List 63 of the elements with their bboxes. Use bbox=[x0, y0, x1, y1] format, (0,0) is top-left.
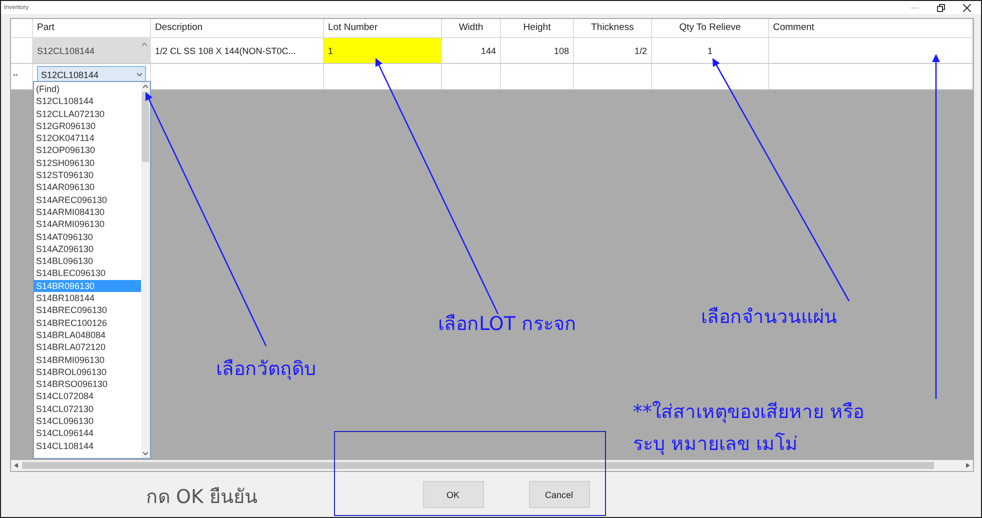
dropdown-item[interactable]: S14AR096130 bbox=[34, 181, 141, 194]
scroll-right-icon[interactable] bbox=[966, 463, 970, 468]
dialog-button[interactable]: Cancel bbox=[528, 481, 590, 508]
table-cell: 1 bbox=[324, 38, 442, 63]
dropdown-item[interactable]: S14BR108144 bbox=[34, 292, 141, 304]
dropdown-item[interactable]: S14BRLA048084 bbox=[34, 328, 141, 342]
dropdown-item[interactable]: S14CL096130 bbox=[34, 415, 141, 428]
dropdown-item[interactable]: S14BL096130 bbox=[34, 255, 141, 268]
scrollbar-thumb[interactable] bbox=[22, 462, 934, 469]
part-combo-cell[interactable]: S12CL108144 bbox=[33, 38, 151, 63]
dropdown-item[interactable]: S12SH096130 bbox=[34, 156, 141, 170]
annotation-text: **ใส่สาเหตุของเสียหาย หรือ bbox=[633, 401, 864, 424]
dropdown-item[interactable]: S14AT096130 bbox=[34, 230, 141, 243]
dropdown-item[interactable]: S12OP096130 bbox=[34, 144, 141, 157]
restore-icon[interactable] bbox=[937, 4, 945, 12]
dropdown-item[interactable]: S14BLEC096130 bbox=[34, 267, 141, 280]
column-header[interactable]: Qty To Relieve bbox=[652, 19, 769, 37]
column-header[interactable]: Thickness bbox=[574, 19, 652, 37]
dropdown-item[interactable]: S14ARMI096130 bbox=[34, 218, 141, 231]
dropdown-item[interactable]: S12OK047114 bbox=[34, 132, 141, 144]
annotation-text: เลือกLOT กระจก bbox=[438, 313, 577, 336]
dialog-button[interactable]: OK bbox=[422, 481, 484, 508]
dropdown-item[interactable]: S14BREC096130 bbox=[34, 304, 141, 317]
dropdown-item[interactable]: S14BRSO096130 bbox=[34, 378, 141, 390]
vertical-scrollbar[interactable] bbox=[141, 82, 150, 458]
column-header[interactable]: Description bbox=[151, 19, 324, 37]
horizontal-scrollbar[interactable] bbox=[11, 460, 973, 471]
annotation-text: กด OK ยืนยัน bbox=[146, 486, 258, 509]
dropdown-item[interactable]: S14BREC100126 bbox=[34, 316, 141, 329]
caret-icon bbox=[142, 43, 147, 46]
column-header[interactable]: Width bbox=[442, 19, 501, 37]
dropdown-item[interactable]: S14BRMI096130 bbox=[34, 354, 141, 366]
dropdown-item[interactable]: S14CL072130 bbox=[34, 402, 141, 416]
column-header[interactable]: Part bbox=[33, 19, 151, 37]
table-cell: 1/2 bbox=[574, 38, 652, 63]
dropdown-item[interactable]: (Find) bbox=[34, 83, 141, 96]
scroll-up-icon[interactable] bbox=[143, 85, 148, 88]
close-icon[interactable] bbox=[963, 4, 971, 12]
table-cell: 108 bbox=[501, 38, 574, 63]
dropdown-item[interactable]: S14AREC096130 bbox=[34, 194, 141, 206]
dropdown-item[interactable]: S14CL072084 bbox=[34, 390, 141, 403]
dropdown-item[interactable]: S14AZ096130 bbox=[34, 242, 141, 256]
dropdown-item[interactable]: S12CL108144 bbox=[34, 95, 141, 108]
table-cell: 144 bbox=[442, 38, 501, 63]
column-header[interactable]: Height bbox=[501, 19, 574, 37]
dropdown-item[interactable]: S12CLLA072130 bbox=[34, 108, 141, 120]
annotation-text: ระบุ หมายเลข เมโม่ bbox=[633, 433, 798, 456]
annotation-text: เลือกวัตถุดิบ bbox=[216, 358, 316, 381]
table-cell: 1 bbox=[652, 38, 769, 63]
caret-icon bbox=[137, 73, 142, 76]
dropdown-item[interactable]: S14ARMI084130 bbox=[34, 206, 141, 218]
dropdown-item[interactable]: S14CL108144 bbox=[34, 440, 141, 452]
scroll-down-icon[interactable] bbox=[143, 452, 148, 455]
dropdown-item[interactable]: S14CL096144 bbox=[34, 427, 141, 440]
dropdown-item[interactable]: S12ST096130 bbox=[34, 169, 141, 182]
dropdown-item[interactable]: S12GR096130 bbox=[34, 120, 141, 132]
dropdown-item[interactable]: S14BRLA072120 bbox=[34, 341, 141, 354]
scrollbar-thumb[interactable] bbox=[142, 92, 149, 162]
dropdown-item[interactable]: S14BROL096130 bbox=[34, 366, 141, 378]
column-header[interactable]: Comment bbox=[769, 19, 973, 37]
scroll-left-icon[interactable] bbox=[14, 463, 18, 468]
column-header[interactable]: Lot Number bbox=[324, 19, 442, 37]
annotation-text: เลือกจำนวนแผ่น bbox=[701, 306, 837, 329]
